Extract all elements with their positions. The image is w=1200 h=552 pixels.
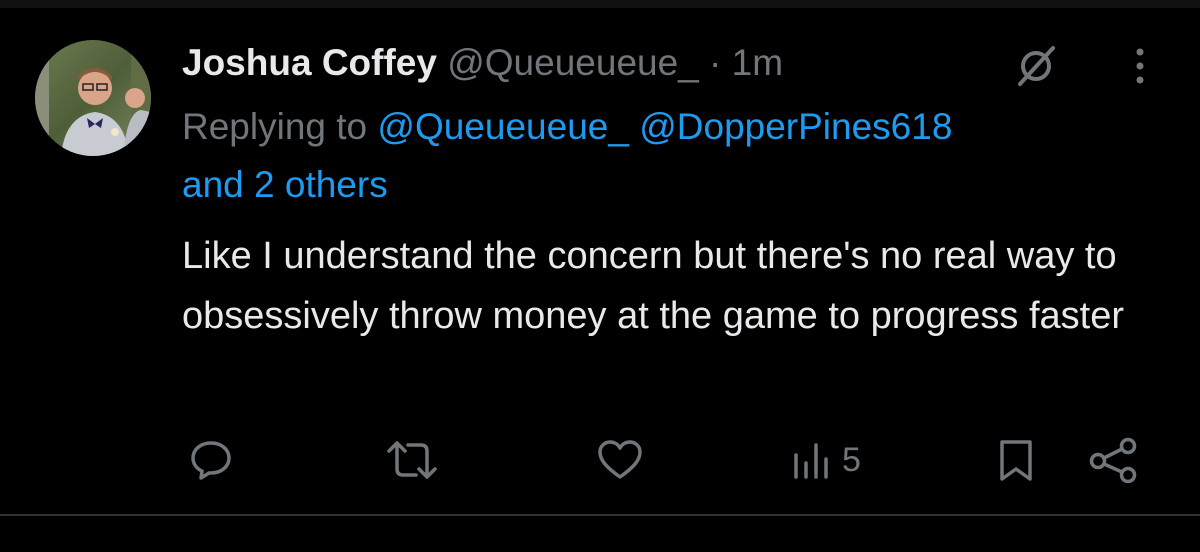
views-count: 5: [842, 440, 861, 479]
share-button[interactable]: [1088, 436, 1140, 484]
reply-icon: [188, 437, 234, 483]
bottom-divider: [0, 514, 1200, 516]
mention-link[interactable]: @DopperPines618: [639, 106, 952, 147]
others-link[interactable]: and 2 others: [182, 164, 388, 205]
user-handle[interactable]: @Queueueue_: [447, 42, 699, 83]
bookmark-icon: [996, 437, 1036, 483]
more-options-icon[interactable]: [1126, 44, 1154, 88]
replying-to: Replying to @Queueueue_ @DopperPines618 …: [182, 98, 1162, 214]
retweet-icon: [386, 437, 438, 483]
reply-button[interactable]: [188, 436, 234, 484]
tweet-header: Joshua Coffey @Queueueue_ · 1m: [182, 40, 783, 86]
heart-icon: [596, 437, 644, 483]
views-button[interactable]: 5: [792, 436, 861, 484]
views-icon: [792, 437, 832, 483]
separator-dot: ·: [709, 42, 722, 83]
share-icon: [1088, 437, 1140, 483]
timestamp[interactable]: 1m: [732, 42, 783, 83]
grok-icon[interactable]: [1012, 44, 1060, 88]
replying-label: Replying to: [182, 106, 368, 147]
bookmark-button[interactable]: [996, 436, 1036, 484]
top-divider: [0, 0, 1200, 8]
tweet-text: Like I understand the concern but there'…: [182, 235, 1125, 337]
retweet-button[interactable]: [386, 436, 438, 484]
display-name[interactable]: Joshua Coffey: [182, 42, 437, 83]
mention-link[interactable]: @Queueueue_: [377, 106, 629, 147]
avatar[interactable]: [35, 40, 151, 156]
like-button[interactable]: [596, 436, 644, 484]
